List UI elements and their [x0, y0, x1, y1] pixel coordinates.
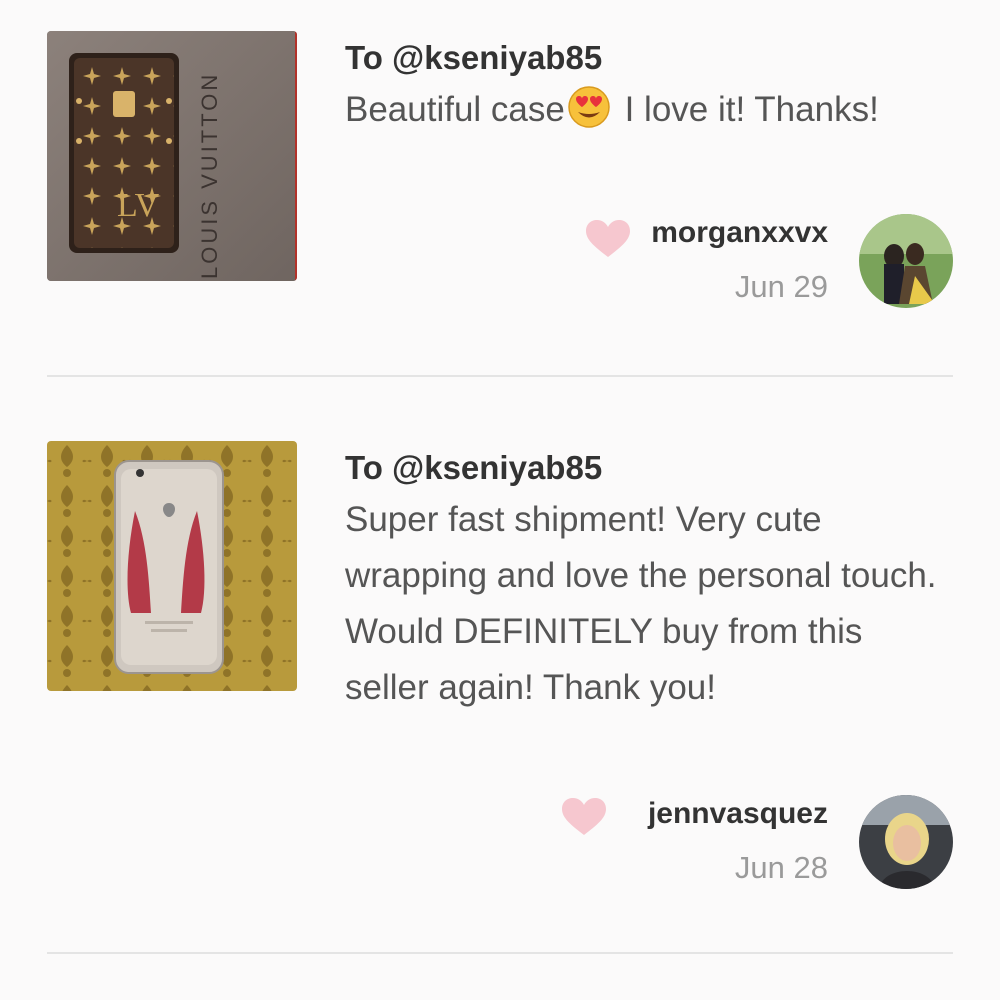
- thumbnail-brand-text: LOUIS VUITTON: [197, 71, 222, 279]
- reviewer-avatar[interactable]: [859, 214, 953, 308]
- review-message: Beautiful case I love it! Thanks!: [345, 82, 953, 146]
- review-footer: morganxxvx Jun 29: [553, 214, 953, 314]
- review-recipient: To @kseniyab85: [345, 449, 603, 486]
- reviewer-avatar[interactable]: [859, 795, 953, 889]
- review-message-text-end: I love it! Thanks!: [614, 90, 879, 129]
- review-date: Jun 29: [734, 269, 828, 304]
- heart-icon[interactable]: [561, 797, 607, 837]
- review-date: Jun 28: [734, 850, 828, 885]
- review-photo-thumbnail[interactable]: [47, 441, 297, 691]
- review-photo-thumbnail[interactable]: LV LOUIS VUITTON: [47, 31, 297, 281]
- reviewer-username[interactable]: morganxxvx: [651, 216, 828, 250]
- heart-eyes-emoji-icon: [567, 85, 611, 146]
- review-content: To @kseniyab85 Super fast shipment! Very…: [345, 441, 953, 716]
- svg-text:LV: LV: [117, 187, 160, 224]
- reviewer-username[interactable]: jennvasquez: [648, 797, 828, 831]
- review-message: Super fast shipment! Very cute wrapping …: [345, 500, 937, 707]
- review-recipient: To @kseniyab85: [345, 39, 603, 76]
- review-footer: jennvasquez Jun 28: [553, 795, 953, 895]
- review-divider: [47, 952, 953, 954]
- heart-icon[interactable]: [585, 219, 631, 259]
- review-message-text-start: Beautiful case: [345, 90, 565, 129]
- review-divider: [47, 375, 953, 377]
- review-content: To @kseniyab85 Beautiful case I love it!…: [345, 31, 953, 146]
